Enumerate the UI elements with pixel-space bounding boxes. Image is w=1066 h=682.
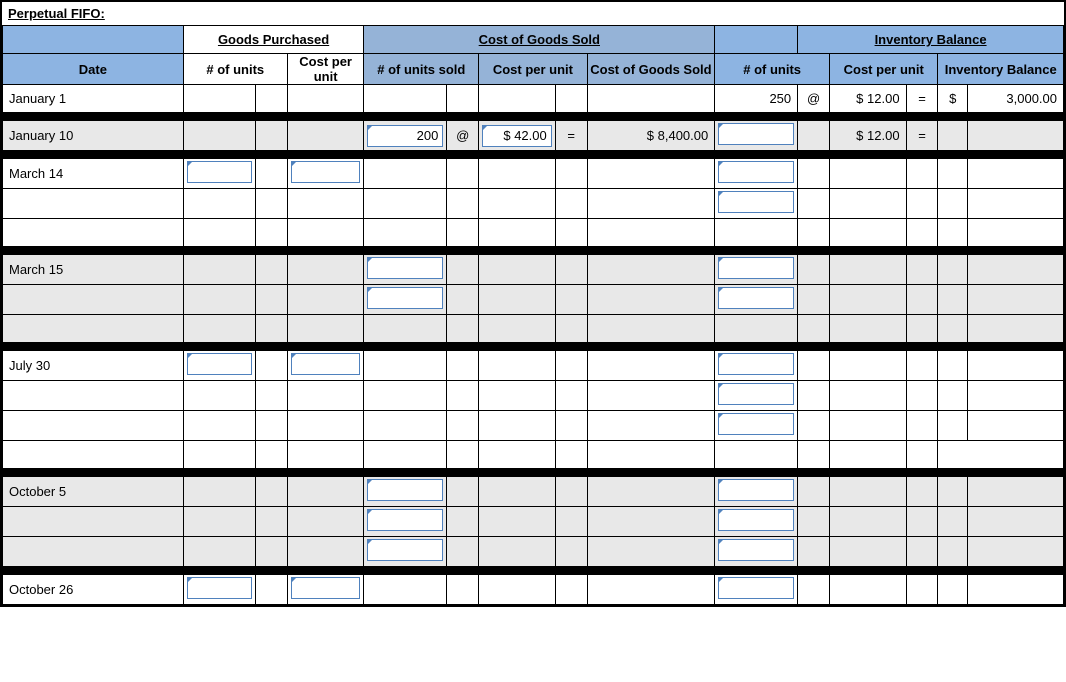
header-goods-purchased: Goods Purchased <box>183 26 364 54</box>
mar14-gp-units[interactable] <box>183 159 255 189</box>
mar14-inv-units-2[interactable] <box>715 189 798 219</box>
row-oct5-1: October 5 <box>3 477 1064 507</box>
row-mar14-1: March 14 <box>3 159 1064 189</box>
date-oct26: October 26 <box>3 575 184 605</box>
mar15-inv-units-2[interactable] <box>715 285 798 315</box>
row-mar15-2 <box>3 285 1064 315</box>
header-cogs: Cost of Goods Sold <box>364 26 715 54</box>
row-jul30-4 <box>3 441 1064 469</box>
col-inv-balance: Inventory Balance <box>938 54 1064 85</box>
col-gp-cost: Cost per unit <box>287 54 364 85</box>
mar14-inv-units-1[interactable] <box>715 159 798 189</box>
oct26-gp-units[interactable] <box>183 575 255 605</box>
dollar-symbol: $ <box>938 85 968 113</box>
at-symbol: @ <box>447 121 479 151</box>
col-gp-units: # of units <box>183 54 287 85</box>
mar14-gp-cost[interactable] <box>287 159 364 189</box>
header-date-spacer <box>3 26 184 54</box>
jul30-gp-cost[interactable] <box>287 351 364 381</box>
jan1-inv-units: 250 <box>715 85 798 113</box>
col-inv-units: # of units <box>715 54 830 85</box>
row-mar14-2 <box>3 189 1064 219</box>
oct5-sold-units-3[interactable] <box>364 537 447 567</box>
header-inventory-balance: Inventory Balance <box>798 26 1064 54</box>
jan10-inv-units[interactable] <box>715 121 798 151</box>
jul30-inv-units-1[interactable] <box>715 351 798 381</box>
header-spacer <box>715 26 798 54</box>
date-jan10: January 10 <box>3 121 184 151</box>
oct26-gp-cost[interactable] <box>287 575 364 605</box>
mar15-inv-units-1[interactable] <box>715 255 798 285</box>
row-jul30-3 <box>3 411 1064 441</box>
col-cogs-total: Cost of Goods Sold <box>587 54 715 85</box>
row-mar14-3 <box>3 219 1064 247</box>
oct5-sold-units-1[interactable] <box>364 477 447 507</box>
row-jul30-1: July 30 <box>3 351 1064 381</box>
jan10-sold-units[interactable]: 200 <box>364 121 447 151</box>
oct5-inv-units-1[interactable] <box>715 477 798 507</box>
row-oct26: October 26 <box>3 575 1064 605</box>
jan1-inv-balance: 3,000.00 <box>968 85 1064 113</box>
jan1-inv-cost: $ 12.00 <box>830 85 907 113</box>
worksheet-title: Perpetual FIFO: <box>2 2 1064 25</box>
col-sold-cost: Cost per unit <box>479 54 587 85</box>
jan10-sold-total: $ 8,400.00 <box>587 121 715 151</box>
oct5-inv-units-3[interactable] <box>715 537 798 567</box>
col-units-sold: # of units sold <box>364 54 479 85</box>
mar15-sold-units-1[interactable] <box>364 255 447 285</box>
row-oct5-3 <box>3 537 1064 567</box>
row-jul30-2 <box>3 381 1064 411</box>
row-mar15-3 <box>3 315 1064 343</box>
fifo-table: Goods Purchased Cost of Goods Sold Inven… <box>2 25 1064 605</box>
fifo-worksheet: Perpetual FIFO: Goods Purchased Cost of … <box>0 0 1066 607</box>
row-oct5-2 <box>3 507 1064 537</box>
eq-symbol: = <box>906 85 938 113</box>
jan10-inv-cost: $ 12.00 <box>830 121 907 151</box>
date-oct5: October 5 <box>3 477 184 507</box>
col-date: Date <box>3 54 184 85</box>
row-jan10: January 10 200 @ $ 42.00 = $ 8,400.00 $ … <box>3 121 1064 151</box>
date-jan1: January 1 <box>3 85 184 113</box>
mar15-sold-units-2[interactable] <box>364 285 447 315</box>
jul30-inv-units-2[interactable] <box>715 381 798 411</box>
row-jan1: January 1 250 @ $ 12.00 = $ 3,000.00 <box>3 85 1064 113</box>
col-inv-cost: Cost per unit <box>830 54 938 85</box>
date-mar14: March 14 <box>3 159 184 189</box>
jul30-inv-units-3[interactable] <box>715 411 798 441</box>
date-mar15: March 15 <box>3 255 184 285</box>
eq-symbol: = <box>555 121 587 151</box>
oct5-inv-units-2[interactable] <box>715 507 798 537</box>
oct5-sold-units-2[interactable] <box>364 507 447 537</box>
at-symbol: @ <box>798 85 830 113</box>
oct26-inv-units[interactable] <box>715 575 798 605</box>
eq-symbol: = <box>906 121 938 151</box>
jul30-gp-units[interactable] <box>183 351 255 381</box>
date-jul30: July 30 <box>3 351 184 381</box>
jan10-sold-cost[interactable]: $ 42.00 <box>479 121 556 151</box>
row-mar15-1: March 15 <box>3 255 1064 285</box>
